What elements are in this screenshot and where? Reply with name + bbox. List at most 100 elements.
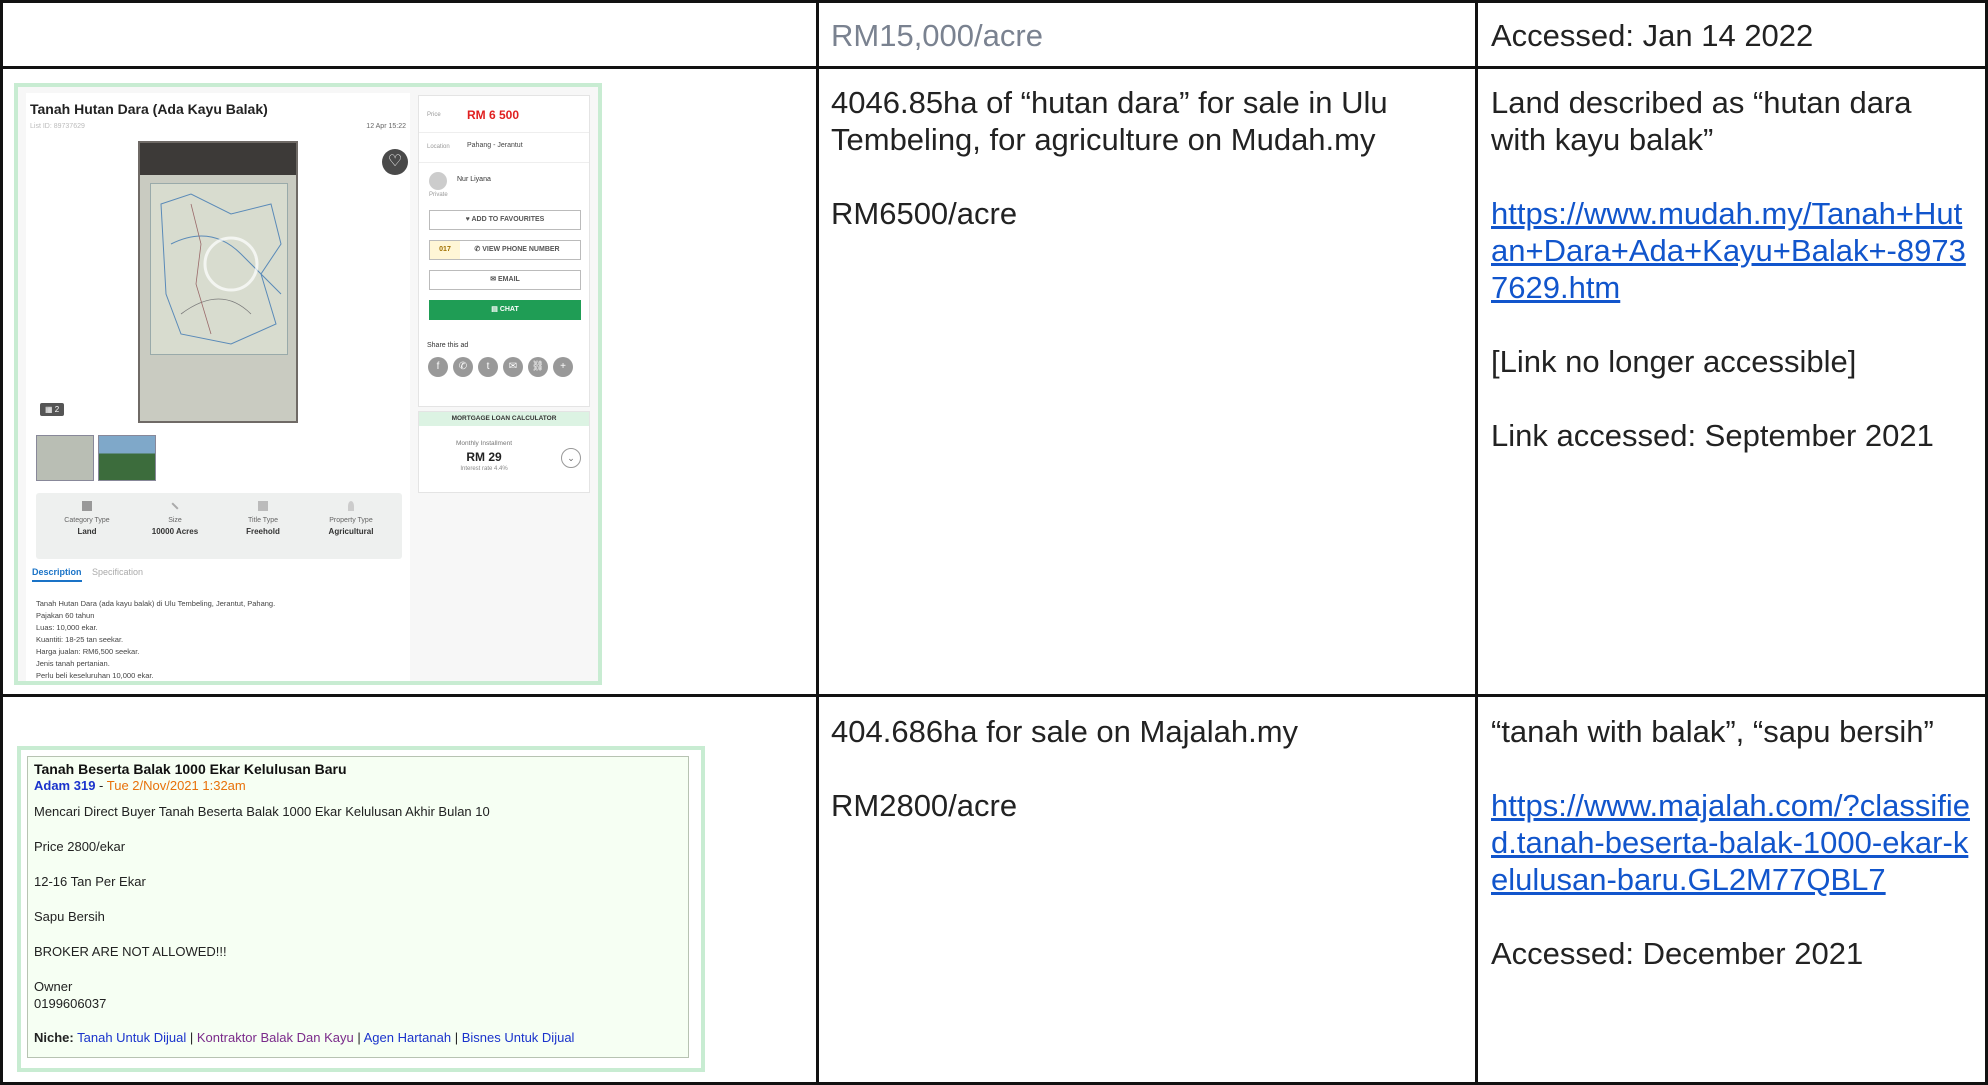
facebook-icon[interactable]: f [428,357,448,377]
row1-price: RM15,000/acre [831,18,1043,53]
niche-link[interactable]: Bisnes Untuk Dijual [462,1030,575,1045]
prop-label: Size [168,517,182,524]
twitter-icon[interactable]: t [478,357,498,377]
majalah-date: Tue 2/Nov/2021 1:32am [106,778,246,793]
email-label: EMAIL [498,276,520,283]
fav-label: ADD TO FAVOURITES [471,216,545,223]
listing-sidebar: Price RM 6 500 Location Pahang - Jerantu… [418,93,590,681]
listing-photo[interactable] [138,141,298,423]
row2-description-cell: 4046.85ha of “hutan dara” for sale in Ul… [831,84,1461,269]
location-value: Pahang - Jerantut [467,142,523,149]
plant-icon [348,501,354,511]
chevron-down-icon[interactable]: ⌄ [561,448,581,468]
price-label: Price [427,112,441,118]
email-button[interactable]: ✉ EMAIL [429,270,581,290]
niche-label: Niche: [34,1030,74,1045]
interest-rate: Interest rate 4.4% [460,466,508,472]
property-title-type: Title Type Freehold [222,501,304,536]
majalah-title: Tanah Beserta Balak 1000 Ekar Kelulusan … [34,761,347,777]
chat-button[interactable]: ▤ CHAT [429,300,581,320]
row1-accessed: Accessed: Jan 14 2022 [1491,18,1814,53]
row2-price: RM6500/acre [831,196,1018,231]
price-value: RM 6 500 [467,108,520,122]
chat-label: CHAT [499,306,519,313]
majalah-listing-panel: Tanah Beserta Balak 1000 Ekar Kelulusan … [27,756,689,1058]
table-border-left [0,0,3,1085]
listing-main-panel: Tanah Hutan Dara (Ada Kayu Balak) List I… [26,93,410,681]
listing-description: Tanah Hutan Dara (ada kayu balak) di Ulu… [36,598,275,681]
row3-land-description: “tanah with balak”, “sapu bersih” [1491,714,1934,749]
ruler-icon [171,502,179,510]
tab-description[interactable]: Description [32,567,82,582]
table-border-top [0,0,1988,3]
whatsapp-icon[interactable]: ✆ [453,357,473,377]
avatar[interactable] [429,172,447,190]
mortgage-calculator: MORTGAGE LOAN CALCULATOR Monthly Install… [418,411,590,493]
row2-land-description: Land described as “hutan dara with kayu … [1491,85,1912,157]
majalah-niche: Niche: Tanah Untuk Dijual | Kontraktor B… [34,1029,574,1046]
prop-value: Agricultural [328,527,374,536]
photo-thumbnail[interactable] [98,435,156,481]
majalah-meta: Adam 319 - Tue 2/Nov/2021 1:32am [34,777,246,794]
niche-link[interactable]: Agen Hartanah [364,1030,451,1045]
property-type: Property Type Agricultural [310,501,392,536]
row3-source-link[interactable]: https://www.majalah.com/?classified.tana… [1491,788,1970,897]
niche-separator: | [357,1030,361,1045]
niche-link[interactable]: Tanah Untuk Dijual [77,1030,186,1045]
document-icon [258,501,268,511]
row3-listing-summary: 404.686ha for sale on Majalah.my [831,714,1299,749]
row3-source-cell: “tanah with balak”, “sapu bersih” https:… [1491,713,1973,1009]
majalah-user[interactable]: Adam 319 [34,778,95,793]
prop-label: Title Type [248,517,278,524]
row3-accessed: Accessed: December 2021 [1491,936,1864,971]
majalah-line: 12-16 Tan Per Ekar [34,874,146,889]
mudah-listing-screenshot: Tanah Hutan Dara (Ada Kayu Balak) List I… [14,83,602,685]
divider [419,132,589,133]
favourite-heart-icon[interactable]: ♡ [382,149,408,175]
niche-separator: | [454,1030,459,1045]
chat-icon: ▤ [491,306,500,313]
description-line: Jenis tanah pertanian. [36,659,110,668]
majalah-line: Price 2800/ekar [34,839,126,854]
plus-icon[interactable]: + [553,357,573,377]
mortgage-title: MORTGAGE LOAN CALCULATOR [419,412,589,426]
prop-label: Category Type [64,517,110,524]
photo-thumbnail[interactable] [36,435,94,481]
building-icon [82,501,92,511]
tab-specification[interactable]: Specification [92,567,143,577]
row2-link-accessed: Link accessed: September 2021 [1491,418,1934,453]
link-icon[interactable]: ⛓ [528,357,548,377]
row2-source-cell: Land described as “hutan dara with kayu … [1491,84,1973,491]
photo-count-badge: ▦ 2 [40,403,65,416]
seller-name[interactable]: Nur Liyana [457,176,491,183]
row2-source-link[interactable]: https://www.mudah.my/Tanah+Hutan+Dara+Ad… [1491,196,1966,305]
niche-separator: | [189,1030,194,1045]
niche-link[interactable]: Kontraktor Balak Dan Kayu [197,1030,354,1045]
majalah-line: 0199606037 [34,996,107,1011]
description-line: Luas: 10,000 ekar. [36,623,98,632]
property-details: Category Type Land Size 10000 Acres Title … [36,493,402,559]
monthly-label: Monthly Installment [456,440,512,447]
listing-date: 12 Apr 15:22 [366,123,406,130]
location-label: Location [427,144,450,150]
majalah-line: Owner [34,979,73,994]
photo-top-band [140,143,296,175]
description-line: Harga jualan: RM6,500 seekar. [36,647,140,656]
email-share-icon[interactable]: ✉ [503,357,523,377]
description-line: Pajakan 60 tahun [36,611,95,620]
table: RM15,000/acre Accessed: Jan 14 2022 4046… [0,0,1988,1085]
mail-icon: ✉ [490,276,499,283]
row3-price: RM2800/acre [831,788,1018,823]
add-to-favourites-button[interactable]: ♥ ADD TO FAVOURITES [429,210,581,230]
row-divider [0,66,1988,69]
seller-type: Private [429,192,448,198]
majalah-listing-screenshot: Tanah Beserta Balak 1000 Ekar Kelulusan … [17,746,705,1072]
map-drawing [151,184,287,354]
view-phone-button[interactable]: 017 ✆ VIEW PHONE NUMBER [429,240,581,260]
divider [419,162,589,163]
map-image [150,183,288,355]
majalah-line: Mencari Direct Buyer Tanah Beserta Balak… [34,804,490,819]
prop-value: Land [77,527,97,536]
majalah-line: Sapu Bersih [34,909,105,924]
prop-value: 10000 Acres [151,527,199,536]
